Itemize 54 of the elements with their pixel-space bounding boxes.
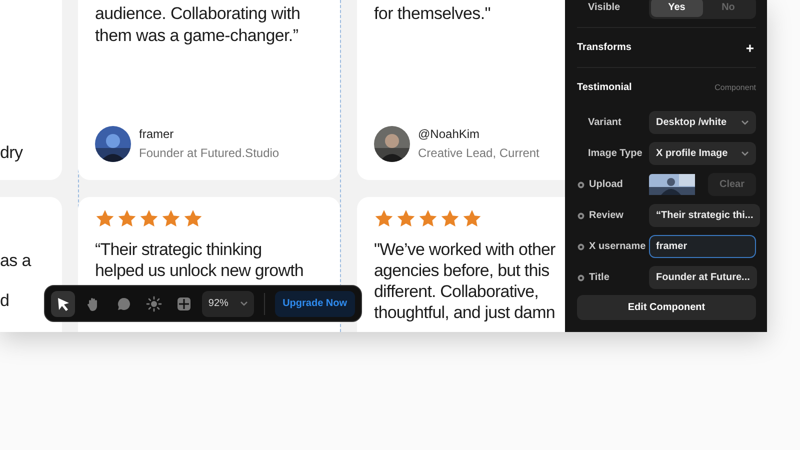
- star-icon: [139, 209, 159, 228]
- quote-line: agencies before, but this: [374, 260, 550, 281]
- author-role: Creative Lead, Current: [418, 145, 540, 162]
- zoom-select[interactable]: 92%: [202, 290, 254, 316]
- quote-line: “Their strategic thinking: [95, 239, 263, 260]
- pointer-icon: [55, 296, 72, 312]
- star-icon: [396, 209, 416, 228]
- segment-option[interactable]: Yes: [651, 0, 702, 17]
- field-label: Visible: [587, 1, 622, 15]
- select-field[interactable]: Desktop /white: [649, 111, 756, 134]
- star-icon: [183, 209, 203, 228]
- quote-line: "We’ve worked with other: [374, 239, 556, 260]
- edit-component-button[interactable]: Edit Component: [577, 295, 756, 320]
- star-icon: [418, 209, 438, 228]
- field-label: Upload: [589, 178, 623, 192]
- star-icon: [117, 209, 137, 228]
- section-title: Transforms: [577, 41, 632, 55]
- select-field[interactable]: X profile Image: [649, 142, 756, 165]
- author-role: Founder at Futured.Studio: [139, 145, 280, 162]
- quote-line: different. Collaborative,: [374, 281, 540, 302]
- quote-line: dry: [0, 142, 24, 164]
- field-label: Review: [589, 209, 624, 223]
- caret-icon: [240, 300, 248, 307]
- star-icon: [462, 209, 482, 228]
- quote-line: helped us unlock new growth: [95, 260, 304, 281]
- text-field[interactable]: “Their strategic thi...: [649, 204, 760, 227]
- author-name: @NoahKim: [418, 126, 481, 143]
- field-label: Image Type: [588, 147, 642, 161]
- quote-line: as a: [0, 250, 32, 272]
- comment-icon: [116, 296, 132, 312]
- quote-line: for themselves.": [374, 3, 492, 25]
- pointer-tool-button[interactable]: [51, 290, 76, 316]
- author-name: framer: [139, 126, 175, 143]
- text-field[interactable]: framer: [649, 235, 756, 258]
- quote-line: them was a game-changer.”: [95, 25, 300, 47]
- field-label: X username: [589, 240, 646, 254]
- add-button[interactable]: +: [744, 40, 756, 54]
- text-field[interactable]: Founder at Future...: [649, 266, 757, 289]
- field-label: Variant: [588, 116, 622, 130]
- quote-line: thoughtful, and just damn: [374, 302, 556, 323]
- grid-icon: [176, 296, 192, 312]
- star-icon: [374, 209, 394, 228]
- upgrade-button[interactable]: Upgrade Now: [274, 290, 356, 316]
- section-title: Testimonial: [577, 81, 632, 95]
- star-icon: [95, 209, 115, 228]
- sun-icon: [146, 296, 162, 312]
- component-tag: Component: [714, 82, 756, 94]
- star-icon: [440, 209, 460, 228]
- field-label: Title: [589, 271, 610, 285]
- star-icon: [161, 209, 181, 228]
- quote-line: d: [0, 290, 10, 312]
- quote-line: audience. Collaborating with: [95, 3, 302, 25]
- caret-icon: [741, 150, 749, 157]
- caret-icon: [741, 119, 749, 126]
